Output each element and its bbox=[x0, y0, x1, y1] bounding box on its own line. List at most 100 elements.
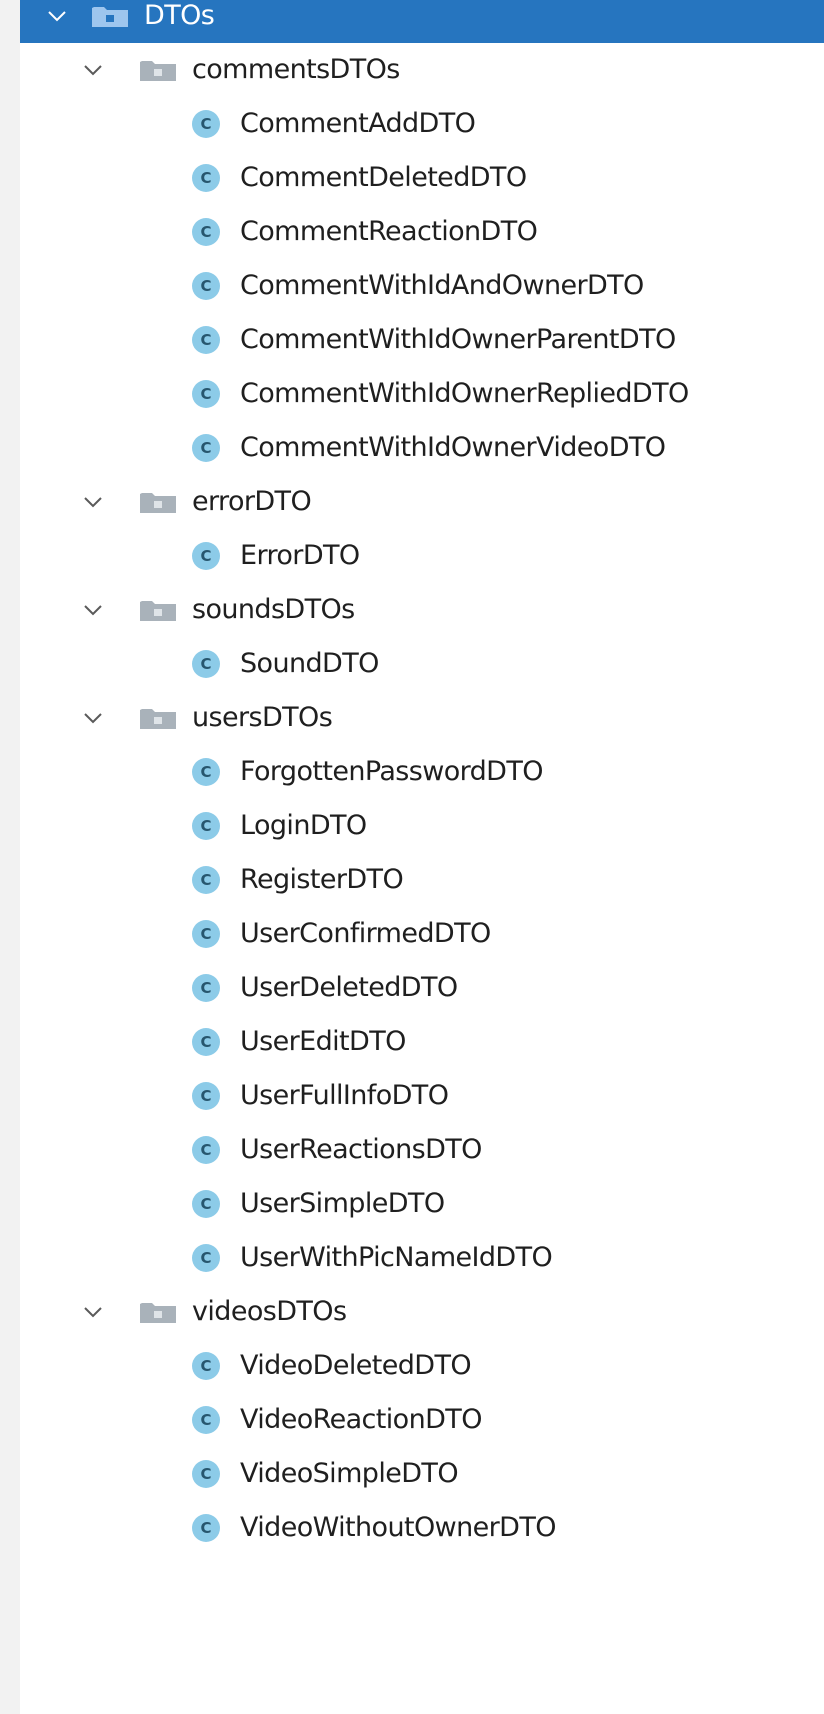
class-icon: C bbox=[192, 920, 220, 948]
tree-node-class[interactable]: C CommentReactionDTO bbox=[20, 205, 824, 259]
tree-node-label: CommentReactionDTO bbox=[240, 216, 538, 247]
class-icon: C bbox=[192, 218, 220, 246]
tree-node-package[interactable]: commentsDTOs bbox=[20, 43, 824, 97]
package-folder-icon bbox=[140, 707, 176, 729]
tree-node-class[interactable]: C ForgottenPasswordDTO bbox=[20, 745, 824, 799]
tree-node-class[interactable]: C UserWithPicNameIdDTO bbox=[20, 1231, 824, 1285]
tree-node-class[interactable]: C UserConfirmedDTO bbox=[20, 907, 824, 961]
class-icon-letter: C bbox=[200, 169, 212, 187]
class-icon: C bbox=[192, 1514, 220, 1542]
tree-node-class[interactable]: C UserFullInfoDTO bbox=[20, 1069, 824, 1123]
project-tool-window: DTOs commentsDTOs C CommentAddDTO C CommentDe… bbox=[0, 0, 824, 1714]
tree-node-class[interactable]: C CommentWithIdOwnerRepliedDTO bbox=[20, 367, 824, 421]
tree-node-label: UserWithPicNameIdDTO bbox=[240, 1242, 553, 1273]
tree-node-label: ErrorDTO bbox=[240, 540, 360, 571]
class-icon-letter: C bbox=[200, 1141, 212, 1159]
tree-node-class[interactable]: C VideoSimpleDTO bbox=[20, 1447, 824, 1501]
tree-node-class[interactable]: C UserSimpleDTO bbox=[20, 1177, 824, 1231]
tree-node-class[interactable]: C SoundDTO bbox=[20, 637, 824, 691]
tree-node-label: usersDTOs bbox=[192, 702, 333, 733]
tree-node-label: CommentDeletedDTO bbox=[240, 162, 527, 193]
class-icon: C bbox=[192, 164, 220, 192]
chevron-down-icon[interactable] bbox=[82, 475, 104, 529]
package-folder-icon bbox=[140, 599, 176, 621]
tree-node-label: CommentWithIdOwnerVideoDTO bbox=[240, 432, 666, 463]
class-icon: C bbox=[192, 1136, 220, 1164]
tree-node-label: VideoSimpleDTO bbox=[240, 1458, 459, 1489]
tree-node-class[interactable]: C CommentWithIdOwnerVideoDTO bbox=[20, 421, 824, 475]
project-tree[interactable]: DTOs commentsDTOs C CommentAddDTO C CommentDe… bbox=[20, 0, 824, 1714]
class-icon-letter: C bbox=[200, 439, 212, 457]
chevron-down-icon[interactable] bbox=[82, 691, 104, 745]
tree-node-class[interactable]: C CommentWithIdOwnerParentDTO bbox=[20, 313, 824, 367]
tree-node-class[interactable]: C CommentAddDTO bbox=[20, 97, 824, 151]
class-icon: C bbox=[192, 1460, 220, 1488]
tree-node-package[interactable]: soundsDTOs bbox=[20, 583, 824, 637]
tree-node-class[interactable]: C LoginDTO bbox=[20, 799, 824, 853]
class-icon: C bbox=[192, 812, 220, 840]
tree-node-label: UserSimpleDTO bbox=[240, 1188, 445, 1219]
chevron-down-icon[interactable] bbox=[82, 1285, 104, 1339]
tree-node-label: CommentWithIdOwnerParentDTO bbox=[240, 324, 676, 355]
class-icon-letter: C bbox=[200, 1465, 212, 1483]
class-icon: C bbox=[192, 1028, 220, 1056]
tree-node-label: UserDeletedDTO bbox=[240, 972, 458, 1003]
chevron-down-icon[interactable] bbox=[82, 583, 104, 637]
package-folder-icon bbox=[140, 491, 176, 513]
tree-node-label: VideoWithoutOwnerDTO bbox=[240, 1512, 556, 1543]
class-icon: C bbox=[192, 650, 220, 678]
tree-node-class[interactable]: C ErrorDTO bbox=[20, 529, 824, 583]
class-icon: C bbox=[192, 1244, 220, 1272]
class-icon-letter: C bbox=[200, 763, 212, 781]
class-icon: C bbox=[192, 1406, 220, 1434]
class-icon: C bbox=[192, 1082, 220, 1110]
tree-node-package[interactable]: usersDTOs bbox=[20, 691, 824, 745]
tree-node-label: UserEditDTO bbox=[240, 1026, 406, 1057]
package-folder-icon bbox=[140, 59, 176, 81]
class-icon-letter: C bbox=[200, 385, 212, 403]
class-icon-letter: C bbox=[200, 925, 212, 943]
tree-node-label: errorDTO bbox=[192, 486, 312, 517]
tree-node-class[interactable]: C UserEditDTO bbox=[20, 1015, 824, 1069]
class-icon: C bbox=[192, 272, 220, 300]
class-icon: C bbox=[192, 542, 220, 570]
tree-node-class[interactable]: C VideoReactionDTO bbox=[20, 1393, 824, 1447]
left-gutter bbox=[0, 10, 20, 1714]
tree-node-label: CommentAddDTO bbox=[240, 108, 476, 139]
tree-node-class[interactable]: C CommentDeletedDTO bbox=[20, 151, 824, 205]
tree-node-label: commentsDTOs bbox=[192, 54, 400, 85]
class-icon-letter: C bbox=[200, 1357, 212, 1375]
class-icon-letter: C bbox=[200, 1033, 212, 1051]
package-folder-icon bbox=[92, 5, 128, 27]
tree-node-package[interactable]: errorDTO bbox=[20, 475, 824, 529]
tree-node-class[interactable]: C UserReactionsDTO bbox=[20, 1123, 824, 1177]
chevron-down-icon[interactable] bbox=[46, 0, 68, 43]
tree-node-class[interactable]: C CommentWithIdAndOwnerDTO bbox=[20, 259, 824, 313]
tree-node-class[interactable]: C RegisterDTO bbox=[20, 853, 824, 907]
class-icon-letter: C bbox=[200, 655, 212, 673]
tree-node-label: CommentWithIdAndOwnerDTO bbox=[240, 270, 644, 301]
tree-node-label: videosDTOs bbox=[192, 1296, 347, 1327]
tree-node-class[interactable]: C VideoWithoutOwnerDTO bbox=[20, 1501, 824, 1555]
tree-node-package-root[interactable]: DTOs bbox=[20, 0, 824, 43]
class-icon-letter: C bbox=[200, 115, 212, 133]
class-icon-letter: C bbox=[200, 1087, 212, 1105]
class-icon: C bbox=[192, 974, 220, 1002]
class-icon-letter: C bbox=[200, 1411, 212, 1429]
tree-node-package[interactable]: videosDTOs bbox=[20, 1285, 824, 1339]
tree-node-label: SoundDTO bbox=[240, 648, 379, 679]
class-icon-letter: C bbox=[200, 817, 212, 835]
tree-node-label: UserFullInfoDTO bbox=[240, 1080, 449, 1111]
chevron-down-icon[interactable] bbox=[82, 43, 104, 97]
tree-node-label: DTOs bbox=[144, 0, 215, 31]
tree-node-label: soundsDTOs bbox=[192, 594, 355, 625]
tree-node-class[interactable]: C VideoDeletedDTO bbox=[20, 1339, 824, 1393]
tree-node-label: ForgottenPasswordDTO bbox=[240, 756, 544, 787]
class-icon: C bbox=[192, 434, 220, 462]
class-icon: C bbox=[192, 1352, 220, 1380]
tree-node-label: CommentWithIdOwnerRepliedDTO bbox=[240, 378, 689, 409]
tree-node-label: UserConfirmedDTO bbox=[240, 918, 491, 949]
class-icon: C bbox=[192, 866, 220, 894]
tree-node-class[interactable]: C UserDeletedDTO bbox=[20, 961, 824, 1015]
class-icon-letter: C bbox=[200, 223, 212, 241]
